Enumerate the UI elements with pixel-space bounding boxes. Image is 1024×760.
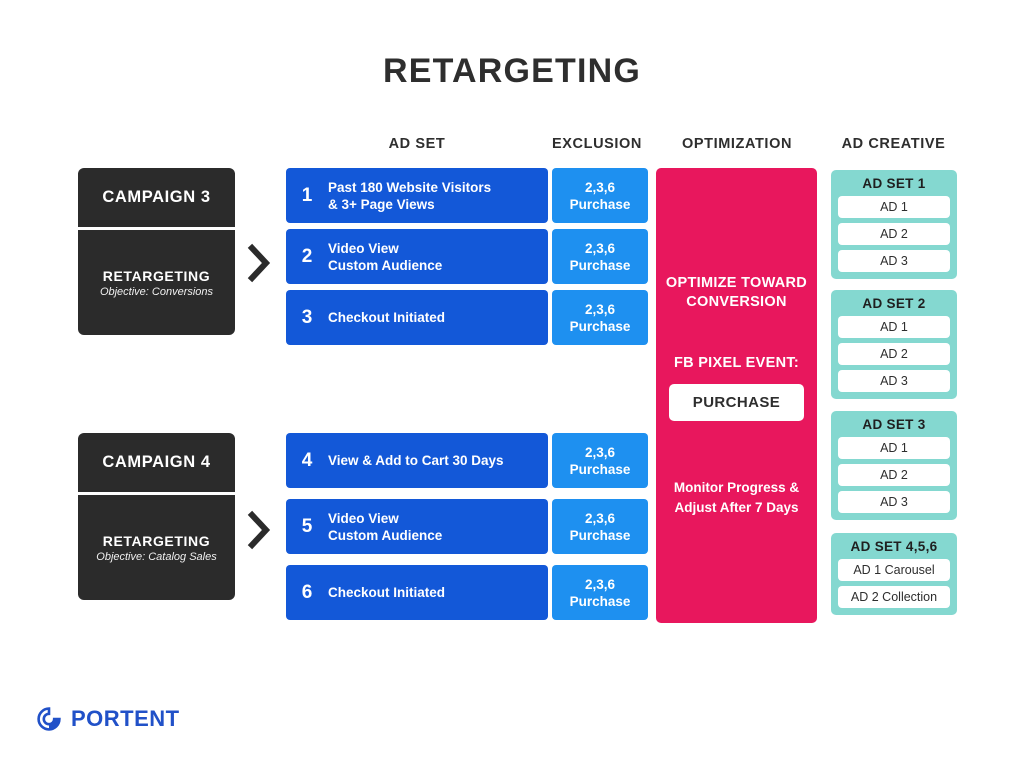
ad-creative-item[interactable]: AD 3 bbox=[838, 491, 950, 513]
ad-set-label: View & Add to Cart 30 Days bbox=[328, 453, 504, 468]
ad-creative-group-title: AD SET 4,5,6 bbox=[850, 539, 938, 554]
ad-set-label: Checkout Initiated bbox=[328, 585, 446, 600]
column-header-optimization: OPTIMIZATION bbox=[681, 136, 793, 152]
ad-set-label: Video View Custom Audience bbox=[328, 240, 443, 273]
exclusion-codes: 2,3,6 bbox=[584, 301, 616, 317]
ad-set-label: Video View Custom Audience bbox=[328, 510, 443, 543]
campaign-objective-block: RETARGETING Objective: Catalog Sales bbox=[78, 495, 235, 600]
fb-pixel-event-value: PURCHASE bbox=[669, 384, 804, 421]
campaign-name: CAMPAIGN 3 bbox=[78, 168, 235, 227]
ad-set-row[interactable]: 2 Video View Custom Audience 2,3,6 Purchase bbox=[286, 229, 648, 284]
ad-set-label: Checkout Initiated bbox=[328, 310, 446, 325]
campaign-objective-block: RETARGETING Objective: Conversions bbox=[78, 230, 235, 335]
ad-set-box[interactable]: 6 Checkout Initiated bbox=[286, 565, 548, 620]
portent-circle-logo-icon bbox=[36, 706, 62, 732]
exclusion-event: Purchase bbox=[569, 527, 631, 543]
exclusion-codes: 2,3,6 bbox=[584, 510, 616, 526]
ad-set-row[interactable]: 3 Checkout Initiated 2,3,6 Purchase bbox=[286, 290, 648, 345]
ad-creative-item[interactable]: AD 2 bbox=[838, 223, 950, 245]
exclusion-codes: 2,3,6 bbox=[584, 444, 616, 460]
ad-creative-group-title: AD SET 3 bbox=[862, 417, 926, 432]
ad-set-label: Past 180 Website Visitors & 3+ Page Views bbox=[328, 179, 492, 212]
optimization-footer-note: Monitor Progress & Adjust After 7 Days bbox=[673, 480, 800, 515]
exclusion-box[interactable]: 2,3,6 Purchase bbox=[552, 433, 648, 488]
campaign-type-label: RETARGETING bbox=[102, 532, 211, 549]
ad-creative-group: AD SET 2 AD 1 AD 2 AD 3 bbox=[831, 290, 957, 399]
exclusion-box[interactable]: 2,3,6 Purchase bbox=[552, 565, 648, 620]
ad-set-number: 6 bbox=[301, 581, 313, 603]
campaign-block: CAMPAIGN 3 RETARGETING Objective: Conversi… bbox=[78, 168, 235, 335]
ad-creative-group: AD SET 4,5,6 AD 1 Carousel AD 2 Collection bbox=[831, 533, 957, 615]
ad-creative-group-title: AD SET 1 bbox=[862, 176, 926, 191]
diagram-canvas: RETARGETING AD SET EXCLUSION OPTIMIZATIO… bbox=[0, 0, 1024, 760]
column-header-ad-set: AD SET bbox=[388, 136, 446, 152]
ad-creative-item[interactable]: AD 1 bbox=[838, 437, 950, 459]
fb-pixel-event-label: FB PIXEL EVENT: bbox=[673, 355, 800, 371]
optimization-panel: OPTIMIZE TOWARD CONVERSION FB PIXEL EVEN… bbox=[656, 168, 817, 623]
ad-set-row[interactable]: 5 Video View Custom Audience 2,3,6 Purchase bbox=[286, 499, 648, 554]
campaign-objective-label: Objective: Catalog Sales bbox=[96, 550, 217, 563]
exclusion-box[interactable]: 2,3,6 Purchase bbox=[552, 499, 648, 554]
ad-set-row[interactable]: 6 Checkout Initiated 2,3,6 Purchase bbox=[286, 565, 648, 620]
campaign-objective-label: Objective: Conversions bbox=[99, 285, 214, 298]
campaign-block: CAMPAIGN 4 RETARGETING Objective: Catalog … bbox=[78, 433, 235, 600]
ad-creative-group-title: AD SET 2 bbox=[862, 296, 926, 311]
exclusion-box[interactable]: 2,3,6 Purchase bbox=[552, 229, 648, 284]
ad-set-row[interactable]: 1 Past 180 Website Visitors & 3+ Page View… bbox=[286, 168, 648, 223]
chevron-right-icon bbox=[247, 243, 273, 283]
ad-creative-item[interactable]: AD 1 Carousel bbox=[838, 559, 950, 581]
exclusion-event: Purchase bbox=[569, 461, 631, 477]
campaign-type-label: RETARGETING bbox=[102, 267, 211, 284]
ad-set-box[interactable]: 4 View & Add to Cart 30 Days bbox=[286, 433, 548, 488]
ad-creative-item[interactable]: AD 2 Collection bbox=[838, 586, 950, 608]
chevron-right-icon bbox=[247, 510, 273, 550]
exclusion-codes: 2,3,6 bbox=[584, 576, 616, 592]
ad-set-number: 5 bbox=[301, 515, 313, 537]
ad-set-box[interactable]: 2 Video View Custom Audience bbox=[286, 229, 548, 284]
ad-creative-item[interactable]: AD 2 bbox=[838, 343, 950, 365]
ad-creative-group: AD SET 1 AD 1 AD 2 AD 3 bbox=[831, 170, 957, 279]
ad-set-number: 1 bbox=[301, 184, 313, 206]
exclusion-codes: 2,3,6 bbox=[584, 240, 616, 256]
ad-set-box[interactable]: 5 Video View Custom Audience bbox=[286, 499, 548, 554]
ad-set-box[interactable]: 3 Checkout Initiated bbox=[286, 290, 548, 345]
portent-logo: PORTENT bbox=[36, 706, 180, 732]
ad-creative-item[interactable]: AD 2 bbox=[838, 464, 950, 486]
exclusion-codes: 2,3,6 bbox=[584, 179, 616, 195]
ad-creative-item[interactable]: AD 3 bbox=[838, 250, 950, 272]
column-header-ad-creative: AD CREATIVE bbox=[841, 136, 946, 152]
ad-creative-item[interactable]: AD 1 bbox=[838, 316, 950, 338]
ad-set-number: 3 bbox=[301, 306, 313, 328]
exclusion-event: Purchase bbox=[569, 196, 631, 212]
ad-set-number: 2 bbox=[301, 245, 313, 267]
column-header-exclusion: EXCLUSION bbox=[552, 136, 642, 152]
campaign-name: CAMPAIGN 4 bbox=[78, 433, 235, 492]
exclusion-box[interactable]: 2,3,6 Purchase bbox=[552, 168, 648, 223]
optimization-heading: OPTIMIZE TOWARD CONVERSION bbox=[665, 275, 808, 310]
portent-logo-text: PORTENT bbox=[71, 706, 180, 731]
ad-set-row[interactable]: 4 View & Add to Cart 30 Days 2,3,6 Purchase bbox=[286, 433, 648, 488]
exclusion-box[interactable]: 2,3,6 Purchase bbox=[552, 290, 648, 345]
ad-creative-item[interactable]: AD 1 bbox=[838, 196, 950, 218]
exclusion-event: Purchase bbox=[569, 318, 631, 334]
ad-creative-group: AD SET 3 AD 1 AD 2 AD 3 bbox=[831, 411, 957, 520]
ad-set-box[interactable]: 1 Past 180 Website Visitors & 3+ Page View… bbox=[286, 168, 548, 223]
ad-set-number: 4 bbox=[301, 449, 313, 471]
exclusion-event: Purchase bbox=[569, 257, 631, 273]
ad-creative-item[interactable]: AD 3 bbox=[838, 370, 950, 392]
exclusion-event: Purchase bbox=[569, 593, 631, 609]
page-title: RETARGETING bbox=[382, 52, 642, 90]
